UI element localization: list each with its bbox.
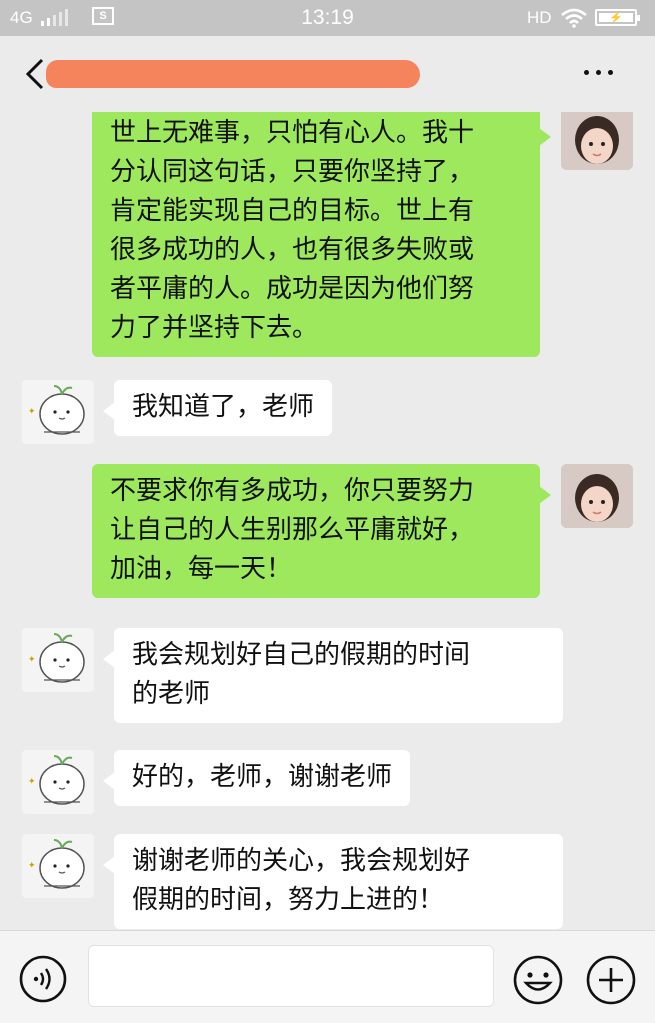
message-line: 加油，每一天！	[110, 554, 293, 584]
message-input[interactable]	[88, 945, 494, 1007]
message-line: 谢谢老师的关心，我会规划好	[132, 846, 471, 876]
message-bubble-sent[interactable]: 不要求你有多成功，你只要努力 让自己的人生别那么平庸就好， 加油，每一天！	[92, 464, 551, 598]
emoji-icon[interactable]	[512, 954, 564, 1006]
message-line: 我知道了，老师	[132, 392, 315, 422]
message-bubble-sent[interactable]: 世上无难事，只怕有心人。我十 分认同这句话，只要你坚持了， 肯定能实现自己的目标…	[92, 112, 551, 357]
message-line: 者平庸的人。成功是因为他们努	[110, 274, 475, 304]
plus-icon[interactable]	[585, 954, 637, 1006]
redacted-contact-name	[46, 60, 420, 88]
message-line: 肯定能实现自己的目标。世上有	[110, 196, 475, 226]
contact-avatar[interactable]: ✦	[22, 750, 94, 814]
contact-avatar[interactable]: ✦	[22, 380, 94, 444]
message-line: 我会规划好自己的假期的时间	[132, 640, 471, 670]
battery-charging-icon: ⚡	[595, 9, 640, 26]
contact-avatar[interactable]: ✦	[22, 628, 94, 692]
voice-icon[interactable]	[18, 954, 68, 1004]
message-list[interactable]: 世上无难事，只怕有心人。我十 分认同这句话，只要你坚持了， 肯定能实现自己的目标…	[0, 112, 655, 930]
message-bubble-received[interactable]: 我会规划好自己的假期的时间 的老师	[103, 628, 563, 723]
my-avatar[interactable]	[561, 112, 633, 170]
more-dots-icon[interactable]	[584, 62, 624, 82]
svg-text:✦: ✦	[28, 655, 36, 665]
wifi-icon	[561, 8, 587, 28]
hd-indicator: HD	[527, 8, 552, 27]
message-line: 世上无难事，只怕有心人。我十	[110, 118, 475, 148]
status-bar: 4G S 13:19 HD ⚡	[0, 0, 655, 36]
contact-avatar[interactable]: ✦	[22, 834, 94, 898]
input-bar	[0, 930, 655, 1023]
message-bubble-received[interactable]: 谢谢老师的关心，我会规划好 假期的时间，努力上进的！	[103, 834, 563, 929]
message-bubble-received[interactable]: 好的，老师，谢谢老师	[102, 750, 411, 806]
svg-text:✦: ✦	[28, 861, 36, 871]
clock: 13:19	[301, 6, 354, 29]
message-line: 力了并坚持下去。	[110, 313, 319, 343]
svg-text:✦: ✦	[28, 407, 36, 417]
chat-header	[0, 36, 655, 112]
svg-text:✦: ✦	[28, 777, 36, 787]
message-bubble-received[interactable]: 我知道了，老师	[102, 380, 333, 436]
my-avatar[interactable]	[561, 464, 633, 528]
message-line: 不要求你有多成功，你只要努力	[110, 476, 475, 506]
message-line: 很多成功的人，也有很多失败或	[110, 235, 475, 265]
message-line: 分认同这句话，只要你坚持了，	[110, 157, 475, 187]
message-line: 假期的时间，努力上进的！	[132, 885, 445, 915]
message-line: 让自己的人生别那么平庸就好，	[110, 515, 475, 545]
message-line: 的老师	[132, 679, 211, 709]
message-line: 好的，老师，谢谢老师	[132, 762, 393, 792]
